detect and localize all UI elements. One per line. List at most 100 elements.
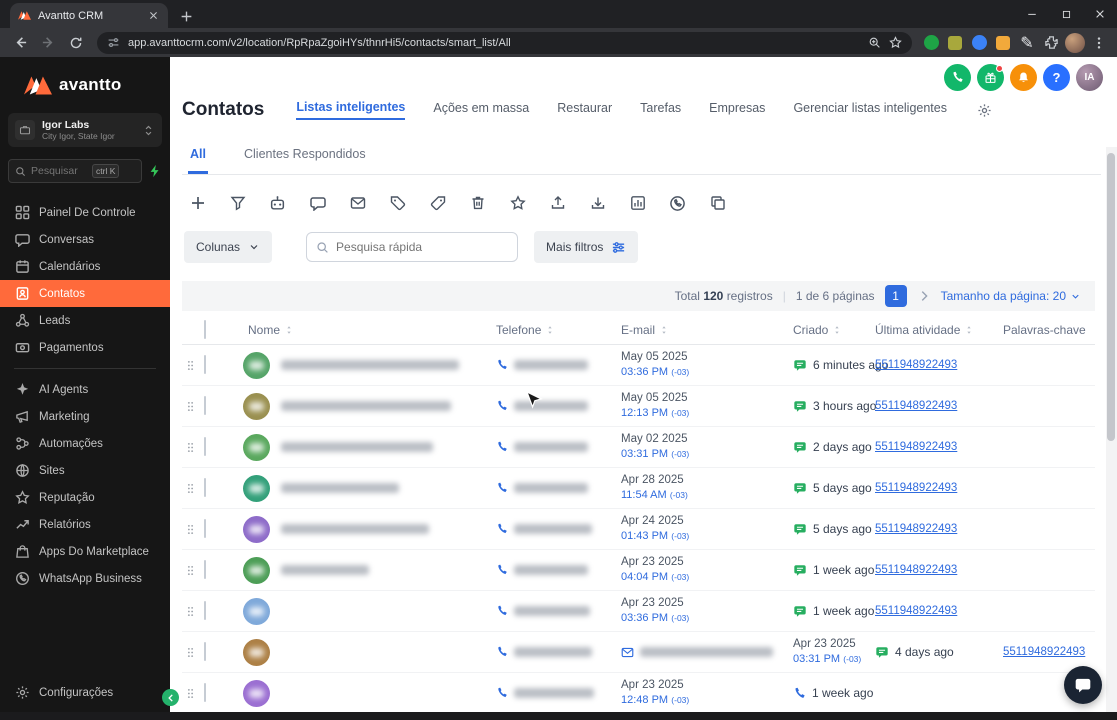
table-row[interactable]: Apr 23 2025 03:31 PM (-03) 4 days ago 55… [182,632,1095,673]
keyword-link[interactable]: 5511948922493 [875,605,957,617]
scrollbar-thumb[interactable] [1107,153,1115,441]
sidebar-item-pagamentos[interactable]: Pagamentos [0,334,170,361]
current-page-button[interactable]: 1 [884,285,907,307]
keyword-link[interactable]: 5511948922493 [875,482,957,494]
sidebar-item-automacoes[interactable]: Automações [0,430,170,457]
browser-tab[interactable]: Avantto CRM [10,3,168,28]
column-header-telefone[interactable]: Telefone [476,323,601,337]
address-bar[interactable]: app.avanttocrm.com/v2/location/RpRpaZgoi… [97,31,912,54]
back-button[interactable] [7,30,33,56]
delete-button[interactable] [466,192,489,215]
tab-listas-inteligentes[interactable]: Listas inteligentes [296,100,406,120]
automation-bot-button[interactable] [266,192,289,215]
drag-handle-icon[interactable] [182,605,198,618]
row-checkbox[interactable] [204,355,206,374]
table-row[interactable]: May 05 2025 12:13 PM (-03) 3 hours ago 5… [182,386,1095,427]
forward-button[interactable] [35,30,61,56]
sidebar-item-painel[interactable]: Painel De Controle [0,199,170,226]
extension-icon-4[interactable] [992,32,1014,54]
drag-handle-icon[interactable] [182,687,198,700]
export-button[interactable] [546,192,569,215]
row-checkbox[interactable] [204,642,206,661]
sidebar-item-leads[interactable]: Leads [0,307,170,334]
sidebar-item-contatos[interactable]: Contatos [0,280,170,307]
row-checkbox[interactable] [204,478,206,497]
tab-acoes-em-massa[interactable]: Ações em massa [433,101,529,119]
row-checkbox[interactable] [204,683,206,702]
select-all-checkbox[interactable] [204,319,206,339]
column-header-nome[interactable]: Nome [226,323,476,337]
more-filters-button[interactable]: Mais filtros [534,231,639,263]
sidebar-item-ai-agents[interactable]: AI Agents [0,376,170,403]
support-chat-widget[interactable] [1064,666,1102,704]
window-maximize-button[interactable] [1049,0,1083,28]
add-tag-button[interactable] [386,192,409,215]
sidebar-search[interactable]: ctrl K [8,159,142,183]
tab-restaurar[interactable]: Restaurar [557,101,612,119]
quick-actions-bolt-icon[interactable] [148,164,162,178]
sort-icon[interactable] [832,325,842,335]
extension-icon-1[interactable] [920,32,942,54]
extension-icon-3[interactable] [968,32,990,54]
smart-list-tab-clientes[interactable]: Clientes Respondidos [242,147,368,174]
extension-icon-2[interactable] [944,32,966,54]
row-checkbox[interactable] [204,519,206,538]
table-row[interactable]: Apr 24 2025 01:43 PM (-03) 5 days ago 55… [182,509,1095,550]
new-tab-button[interactable] [174,4,198,28]
notifications-button[interactable] [1010,64,1037,91]
add-contact-button[interactable] [186,192,209,215]
row-checkbox[interactable] [204,396,206,415]
sort-icon[interactable] [284,325,294,335]
sidebar-item-calendarios[interactable]: Calendários [0,253,170,280]
table-row[interactable]: Apr 23 2025 04:04 PM (-03) 1 week ago 55… [182,550,1095,591]
keyword-link[interactable]: 5511948922493 [1003,646,1085,658]
sidebar-item-configuracoes[interactable]: Configurações [0,679,170,706]
sms-button[interactable] [306,192,329,215]
filter-button[interactable] [226,192,249,215]
sort-icon[interactable] [545,325,555,335]
keyword-link[interactable]: 5511948922493 [875,359,957,371]
drag-handle-icon[interactable] [182,359,198,372]
help-button[interactable]: ? [1043,64,1070,91]
call-button[interactable] [944,64,971,91]
columns-dropdown[interactable]: Colunas [184,231,273,263]
user-avatar[interactable]: IA [1076,64,1103,91]
drag-handle-icon[interactable] [182,482,198,495]
table-row[interactable]: May 02 2025 03:31 PM (-03) 2 days ago 55… [182,427,1095,468]
row-checkbox[interactable] [204,560,206,579]
site-info-icon[interactable] [107,36,120,49]
sidebar-item-relatorios[interactable]: Relatórios [0,511,170,538]
sidebar-search-input[interactable] [31,165,87,177]
table-row[interactable]: Apr 23 2025 03:36 PM (-03) 1 week ago 55… [182,591,1095,632]
email-button[interactable] [346,192,369,215]
zoom-icon[interactable] [868,36,881,49]
whats-new-button[interactable] [977,64,1004,91]
drag-handle-icon[interactable] [182,400,198,413]
smart-list-tab-all[interactable]: All [188,147,208,174]
drag-handle-icon[interactable] [182,523,198,536]
tab-empresas[interactable]: Empresas [709,101,765,119]
reload-button[interactable] [63,30,89,56]
favorite-button[interactable] [506,192,529,215]
sort-icon[interactable] [659,325,669,335]
keyword-link[interactable]: 5511948922493 [875,564,957,576]
tab-tarefas[interactable]: Tarefas [640,101,681,119]
import-button[interactable] [586,192,609,215]
sidebar-item-marketplace[interactable]: Apps Do Marketplace [0,538,170,565]
bookmark-star-icon[interactable] [889,36,902,49]
sort-icon[interactable] [964,325,974,335]
next-page-button[interactable] [917,289,931,303]
table-row[interactable]: Apr 28 2025 11:54 AM (-03) 5 days ago 55… [182,468,1095,509]
whatsapp-button[interactable] [666,192,689,215]
column-header-email[interactable]: E-mail [601,323,773,337]
quick-search-input[interactable] [336,240,487,254]
browser-profile-avatar[interactable] [1064,32,1086,54]
merge-contacts-button[interactable] [706,192,729,215]
keyword-link[interactable]: 5511948922493 [875,400,957,412]
sidebar-item-whatsapp[interactable]: WhatsApp Business [0,565,170,592]
sidebar-item-reputacao[interactable]: Reputação [0,484,170,511]
page-size-dropdown[interactable]: Tamanho da página: 20 [941,289,1081,303]
pipeline-change-button[interactable] [626,192,649,215]
drag-handle-icon[interactable] [182,646,198,659]
row-checkbox[interactable] [204,437,206,456]
